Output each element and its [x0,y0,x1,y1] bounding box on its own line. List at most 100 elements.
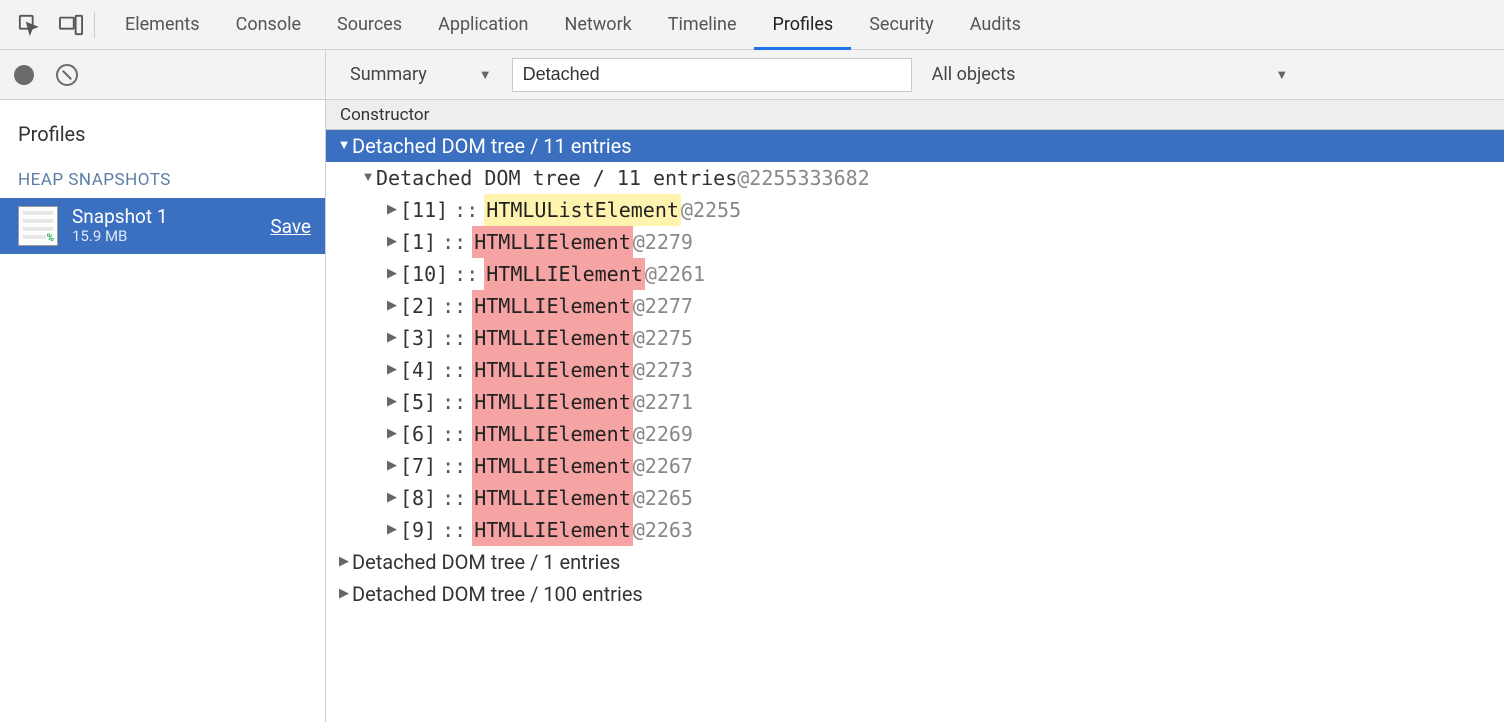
divider [94,12,95,38]
devtools-tabbar: ElementsConsoleSourcesApplicationNetwork… [0,0,1504,50]
snapshot-name: Snapshot 1 [72,207,270,228]
element-type: HTMLLIElement [472,418,633,450]
main-panel: Summary ▼ All objects ▼ Constructor Deta… [326,50,1504,722]
index: [4] [400,354,436,386]
sidebar-title: Profiles [0,100,325,156]
clear-button[interactable] [56,64,78,86]
element-type: HTMLLIElement [472,482,633,514]
element-type: HTMLLIElement [472,386,633,418]
tab-timeline[interactable]: Timeline [650,0,755,49]
disclosure-triangle-icon[interactable] [384,258,400,290]
chevron-down-icon: ▼ [1275,67,1288,83]
tree-row[interactable]: [11]::HTMLUListElement @2255 [326,194,1504,226]
disclosure-triangle-icon[interactable] [336,130,352,162]
view-dropdown-label: Summary [350,64,427,85]
snapshot-text: Snapshot 1 15.9 MB [72,207,270,246]
separator: :: [436,514,472,546]
sidebar-category: HEAP SNAPSHOTS [0,156,325,198]
disclosure-triangle-icon[interactable] [336,578,352,610]
tab-console[interactable]: Console [218,0,319,49]
disclosure-triangle-icon[interactable] [384,386,400,418]
disclosure-triangle-icon[interactable] [384,354,400,386]
disclosure-triangle-icon[interactable] [384,418,400,450]
tab-elements[interactable]: Elements [107,0,218,49]
object-id: @2255333682 [737,162,869,194]
separator: :: [436,386,472,418]
heap-tree: Detached DOM tree / 11 entriesDetached D… [326,130,1504,610]
scope-dropdown[interactable]: All objects ▼ [922,58,1299,91]
tab-security[interactable]: Security [851,0,951,49]
separator: :: [436,290,472,322]
element-type: HTMLLIElement [484,258,645,290]
disclosure-triangle-icon[interactable] [360,162,376,194]
tree-row-label: Detached DOM tree / 11 entries [352,130,632,162]
disclosure-triangle-icon[interactable] [384,226,400,258]
tab-network[interactable]: Network [547,0,650,49]
index: [5] [400,386,436,418]
tree-row[interactable]: [5]::HTMLLIElement @2271 [326,386,1504,418]
tree-row[interactable]: Detached DOM tree / 1 entries [326,546,1504,578]
snapshot-save-link[interactable]: Save [270,215,311,238]
sidebar-toolbar [0,50,325,100]
record-button[interactable] [14,65,34,85]
disclosure-triangle-icon[interactable] [384,194,400,226]
panel-tabs: ElementsConsoleSourcesApplicationNetwork… [107,0,1039,49]
tree-row[interactable]: Detached DOM tree / 11 entries [326,130,1504,162]
tree-row-label: Detached DOM tree / 100 entries [352,578,643,610]
object-id: @2273 [633,354,693,386]
disclosure-triangle-icon[interactable] [384,290,400,322]
element-type: HTMLUListElement [484,194,681,226]
tree-row-label: Detached DOM tree / 1 entries [352,546,620,578]
tab-application[interactable]: Application [420,0,546,49]
disclosure-triangle-icon[interactable] [384,514,400,546]
tab-sources[interactable]: Sources [319,0,420,49]
element-type: HTMLLIElement [472,290,633,322]
inspect-element-icon[interactable] [8,0,50,50]
disclosure-triangle-icon[interactable] [384,482,400,514]
disclosure-triangle-icon[interactable] [384,322,400,354]
tree-row[interactable]: [3]::HTMLLIElement @2275 [326,322,1504,354]
class-filter-input[interactable] [512,58,912,92]
tree-row[interactable]: [8]::HTMLLIElement @2265 [326,482,1504,514]
index: [2] [400,290,436,322]
object-id: @2271 [633,386,693,418]
device-toolbar-icon[interactable] [50,0,92,50]
snapshot-icon: % [18,206,58,246]
tree-row[interactable]: [9]::HTMLLIElement @2263 [326,514,1504,546]
index: [1] [400,226,436,258]
tree-row[interactable]: Detached DOM tree / 11 entries @22553336… [326,162,1504,194]
index: [6] [400,418,436,450]
object-id: @2279 [633,226,693,258]
tab-profiles[interactable]: Profiles [754,0,851,49]
tree-row[interactable]: [10]::HTMLLIElement @2261 [326,258,1504,290]
main-toolbar: Summary ▼ All objects ▼ [326,50,1504,100]
object-id: @2269 [633,418,693,450]
object-id: @2277 [633,290,693,322]
tree-row[interactable]: Detached DOM tree / 100 entries [326,578,1504,610]
separator: :: [436,418,472,450]
snapshot-size: 15.9 MB [72,227,270,245]
column-header-constructor[interactable]: Constructor [326,100,1504,130]
index: [7] [400,450,436,482]
tree-row[interactable]: [6]::HTMLLIElement @2269 [326,418,1504,450]
tree-row[interactable]: [2]::HTMLLIElement @2277 [326,290,1504,322]
tree-row-label: Detached DOM tree / 11 entries [376,162,737,194]
object-id: @2263 [633,514,693,546]
separator: :: [448,194,484,226]
element-type: HTMLLIElement [472,354,633,386]
object-id: @2261 [645,258,705,290]
tab-audits[interactable]: Audits [952,0,1039,49]
tree-row[interactable]: [4]::HTMLLIElement @2273 [326,354,1504,386]
separator: :: [436,226,472,258]
separator: :: [448,258,484,290]
disclosure-triangle-icon[interactable] [384,450,400,482]
snapshot-item[interactable]: % Snapshot 1 15.9 MB Save [0,198,325,254]
tree-row[interactable]: [7]::HTMLLIElement @2267 [326,450,1504,482]
view-dropdown[interactable]: Summary ▼ [340,58,502,91]
disclosure-triangle-icon[interactable] [336,546,352,578]
index: [10] [400,258,448,290]
element-type: HTMLLIElement [472,450,633,482]
element-type: HTMLLIElement [472,226,633,258]
tree-row[interactable]: [1]::HTMLLIElement @2279 [326,226,1504,258]
element-type: HTMLLIElement [472,514,633,546]
